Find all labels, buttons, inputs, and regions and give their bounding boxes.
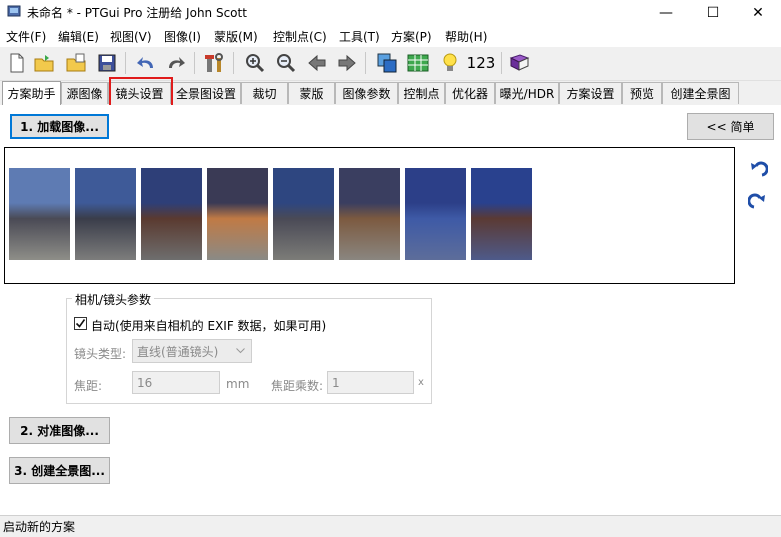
rotate-right-icon[interactable]: [748, 192, 768, 212]
menu-edit[interactable]: 编辑(E): [58, 28, 99, 45]
zoom-in-icon[interactable]: [242, 50, 268, 76]
redo-icon[interactable]: [163, 50, 189, 76]
open-folder-icon[interactable]: [31, 50, 57, 76]
tab-project-assistant[interactable]: 方案助手: [2, 81, 61, 105]
toolbar-separator: [233, 52, 234, 74]
app-icon: [7, 5, 21, 17]
window-title: 未命名 * - PTGui Pro 注册给 John Scott: [27, 6, 247, 20]
image-thumbnail[interactable]: [339, 168, 400, 260]
focal-length-label: 焦距:: [74, 379, 103, 393]
image-thumbnail[interactable]: [471, 168, 532, 260]
menu-control-points[interactable]: 控制点(C): [273, 28, 327, 45]
lens-type-value: 直线(普通镜头): [137, 344, 219, 359]
toolbar-separator: [194, 52, 195, 74]
undo-icon[interactable]: [133, 50, 159, 76]
image-thumbnail[interactable]: [75, 168, 136, 260]
tab-create-panorama[interactable]: 创建全景图: [662, 82, 739, 104]
tab-source-images[interactable]: 源图像: [61, 82, 108, 104]
checkmark-icon: [75, 319, 86, 328]
panorama-editor-icon[interactable]: [374, 50, 400, 76]
tools-icon[interactable]: [202, 50, 228, 76]
tab-project-settings[interactable]: 方案设置: [559, 82, 622, 104]
toolbar-separator: [501, 52, 502, 74]
rotate-left-icon[interactable]: [748, 160, 768, 180]
tab-preview[interactable]: 预览: [622, 82, 662, 104]
table-icon[interactable]: [405, 50, 431, 76]
tab-panorama-settings[interactable]: 全景图设置: [171, 82, 241, 104]
image-thumbnail[interactable]: [207, 168, 268, 260]
book-icon[interactable]: [506, 50, 532, 76]
zoom-out-icon[interactable]: [273, 50, 299, 76]
new-file-icon[interactable]: [4, 50, 30, 76]
arrow-right-icon[interactable]: [334, 50, 360, 76]
focal-multiplier-input[interactable]: 1: [327, 371, 414, 394]
group-title: 相机/镜头参数: [72, 291, 155, 308]
lightbulb-icon[interactable]: [437, 50, 463, 76]
tab-optimizer[interactable]: 优化器: [445, 82, 495, 104]
tab-image-parameters[interactable]: 图像参数: [335, 82, 398, 104]
chevron-down-icon: [236, 348, 245, 354]
menu-tools[interactable]: 工具(T): [339, 28, 380, 45]
numbers-icon[interactable]: 123: [466, 50, 496, 76]
create-panorama-button[interactable]: 3. 创建全景图...: [9, 457, 110, 484]
minimize-button[interactable]: —: [643, 0, 689, 25]
menu-help[interactable]: 帮助(H): [445, 28, 487, 45]
maximize-button[interactable]: ☐: [690, 0, 736, 25]
auto-exif-label: 自动(使用来自相机的 EXIF 数据，如果可用): [91, 319, 327, 333]
align-images-button[interactable]: 2. 对准图像...: [9, 417, 110, 444]
image-thumbnail[interactable]: [141, 168, 202, 260]
simple-mode-button[interactable]: << 简单: [687, 113, 774, 140]
focal-unit-label: mm: [226, 377, 250, 391]
focal-multiplier-label: 焦距乘数:: [271, 379, 324, 393]
save-icon[interactable]: [94, 50, 120, 76]
highlight-box: [109, 77, 173, 108]
menu-image[interactable]: 图像(I): [164, 28, 201, 45]
status-bar: [0, 515, 781, 537]
image-thumbnail[interactable]: [9, 168, 70, 260]
toolbar-separator: [125, 52, 126, 74]
tab-mask[interactable]: 蒙版: [288, 82, 335, 104]
toolbar-separator: [365, 52, 366, 74]
multiplier-unit-label: x: [418, 377, 424, 388]
close-button[interactable]: ✕: [735, 0, 781, 25]
image-thumbnail[interactable]: [273, 168, 334, 260]
image-thumbnail[interactable]: [405, 168, 466, 260]
menu-project[interactable]: 方案(P): [391, 28, 432, 45]
lens-type-select[interactable]: 直线(普通镜头): [132, 339, 252, 363]
menu-mask[interactable]: 蒙版(M): [214, 28, 258, 45]
focal-length-input[interactable]: 16: [132, 371, 220, 394]
tab-exposure-hdr[interactable]: 曝光/HDR: [495, 82, 559, 104]
open-recent-icon[interactable]: [63, 50, 89, 76]
tab-crop[interactable]: 裁切: [241, 82, 288, 104]
menu-view[interactable]: 视图(V): [110, 28, 152, 45]
auto-exif-checkbox[interactable]: [74, 317, 87, 330]
tab-control-points[interactable]: 控制点: [398, 82, 445, 104]
arrow-left-icon[interactable]: [304, 50, 330, 76]
load-images-button[interactable]: 1. 加载图像...: [10, 114, 109, 139]
menu-file[interactable]: 文件(F): [6, 28, 46, 45]
status-text: 启动新的方案: [3, 520, 76, 534]
lens-type-label: 镜头类型:: [74, 347, 127, 361]
